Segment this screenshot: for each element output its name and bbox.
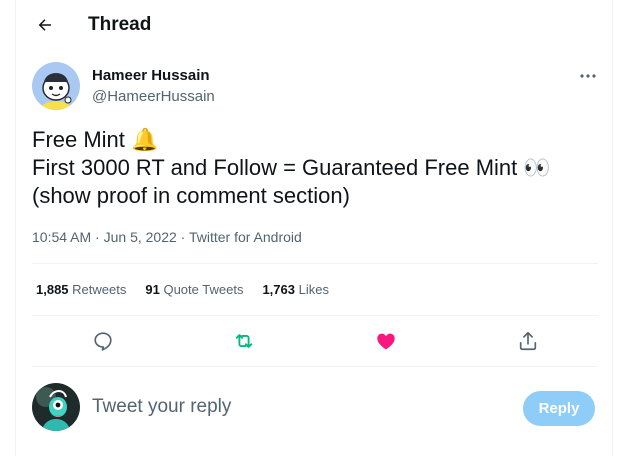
heart-icon bbox=[377, 333, 395, 350]
author-handle[interactable]: @HameerHussain bbox=[92, 88, 215, 106]
more-options-button[interactable] bbox=[575, 66, 601, 86]
retweet-icon bbox=[235, 334, 253, 348]
tweet-text: Free Mint 🔔 First 3000 RT and Follow = G… bbox=[32, 126, 592, 210]
divider bbox=[32, 315, 598, 316]
retweet-button[interactable] bbox=[231, 328, 257, 354]
share-button[interactable] bbox=[515, 328, 541, 354]
meta-separator: · bbox=[176, 229, 189, 245]
reply-button[interactable] bbox=[90, 328, 116, 354]
share-icon bbox=[519, 331, 537, 351]
tweet-line: First 3000 RT and Follow = Guaranteed Fr… bbox=[32, 155, 551, 180]
arrow-left-icon bbox=[38, 19, 51, 31]
user-avatar[interactable] bbox=[32, 383, 80, 431]
ellipsis-icon bbox=[580, 74, 596, 78]
page-title: Thread bbox=[88, 14, 152, 35]
tweet-source[interactable]: Twitter for Android bbox=[189, 229, 302, 245]
tweet-stats: 1,885 Retweets 91 Quote Tweets 1,763 Lik… bbox=[36, 282, 329, 298]
reply-input[interactable] bbox=[92, 396, 502, 418]
speech-bubble-icon bbox=[94, 332, 112, 351]
tweet-line: Free Mint 🔔 bbox=[32, 127, 159, 152]
tweet-line: (show proof in comment section) bbox=[32, 183, 350, 208]
like-button[interactable] bbox=[373, 328, 399, 354]
retweets-stat[interactable]: 1,885 Retweets bbox=[36, 282, 126, 298]
back-button[interactable] bbox=[34, 14, 56, 36]
author-name[interactable]: Hameer Hussain bbox=[92, 67, 210, 85]
divider bbox=[32, 263, 598, 264]
likes-stat[interactable]: 1,763 Likes bbox=[262, 282, 329, 298]
tweet-meta: 10:54 AM · Jun 5, 2022 · Twitter for And… bbox=[32, 228, 302, 246]
divider bbox=[32, 366, 598, 367]
reply-submit-button[interactable]: Reply bbox=[523, 391, 595, 426]
author-avatar[interactable] bbox=[32, 62, 80, 110]
quote-tweets-stat[interactable]: 91 Quote Tweets bbox=[145, 282, 243, 298]
tweet-time[interactable]: 10:54 AM · Jun 5, 2022 bbox=[32, 229, 177, 245]
